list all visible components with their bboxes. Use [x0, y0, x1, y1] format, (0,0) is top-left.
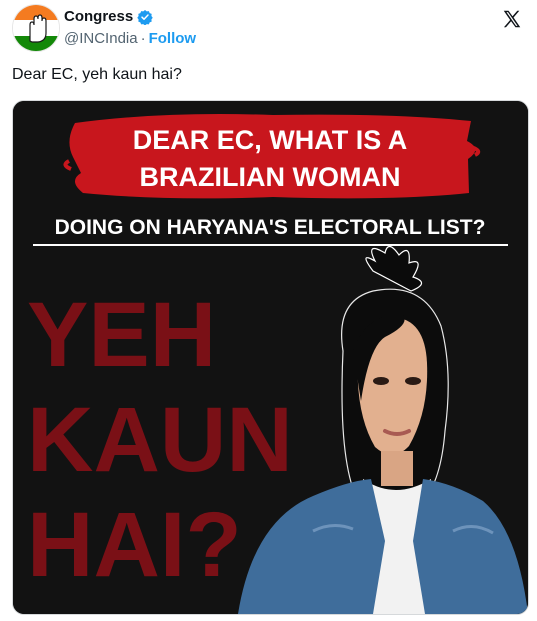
big-text-line-2: KAUN — [27, 389, 293, 491]
big-text-line-3: HAI? — [27, 494, 242, 596]
x-logo-icon[interactable] — [501, 8, 523, 30]
tweet-media-image[interactable]: DEAR EC, WHAT IS A BRAZILIAN WOMAN DOING… — [12, 100, 529, 615]
tweet-text: Dear EC, yeh kaun hai? — [12, 66, 182, 83]
handle[interactable]: @INCIndia — [64, 30, 138, 47]
headline-line-3: DOING ON HARYANA'S ELECTORAL LIST? — [55, 216, 486, 239]
poster-graphic: DEAR EC, WHAT IS A BRAZILIAN WOMAN DOING… — [13, 101, 528, 614]
headline-underline — [33, 244, 508, 246]
congress-hand-logo-icon — [13, 5, 59, 51]
neck — [381, 451, 413, 486]
verified-badge-icon — [137, 10, 153, 25]
big-text-line-1: YEH — [27, 284, 216, 386]
follow-button[interactable]: Follow — [149, 30, 197, 47]
headline-line-2: BRAZILIAN WOMAN — [140, 162, 401, 192]
display-name-row[interactable]: Congress — [64, 8, 153, 26]
headline-line-1: DEAR EC, WHAT IS A — [133, 125, 408, 155]
left-eye — [373, 377, 389, 385]
separator-dot: · — [140, 30, 146, 47]
right-eye — [405, 377, 421, 385]
display-name[interactable]: Congress — [64, 8, 133, 26]
avatar[interactable] — [12, 4, 60, 52]
handle-line: @INCIndia · Follow — [64, 30, 196, 48]
